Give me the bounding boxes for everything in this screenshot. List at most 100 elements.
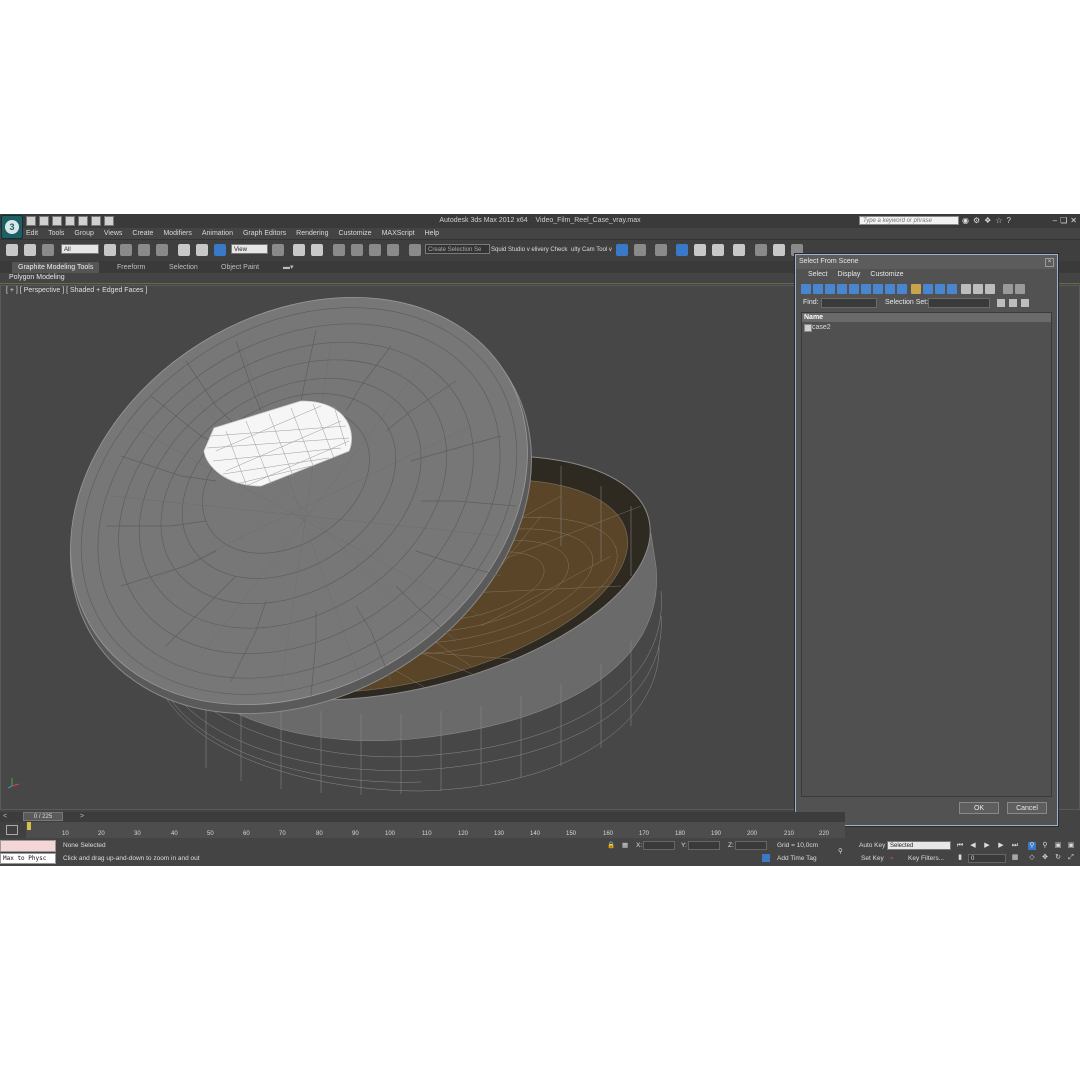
sync-selection-icon[interactable] (1015, 284, 1025, 294)
select-object-icon[interactable] (104, 244, 116, 256)
key-mode-toggle-icon[interactable]: ▮ (956, 854, 964, 862)
select-and-scale-icon[interactable] (214, 244, 226, 256)
menu-graph-editors[interactable]: Graph Editors (243, 228, 286, 239)
field-of-view-icon[interactable]: ◇ (1028, 854, 1036, 862)
absolute-mode-icon[interactable]: ▦ (622, 841, 628, 851)
rendered-frame-window-icon[interactable] (773, 244, 785, 256)
menu-views[interactable]: Views (104, 228, 123, 239)
squid-studio-label[interactable]: Squid Studio v elivery Check (491, 247, 567, 253)
close-icon[interactable]: ✕ (1070, 216, 1077, 225)
zoom-extents-icon[interactable]: ▣ (1054, 842, 1062, 850)
list-item[interactable]: case2 (802, 323, 1051, 332)
ribbon-options-icon[interactable]: ▬▾ (277, 262, 300, 273)
time-configuration-icon[interactable]: ▦ (1011, 854, 1019, 862)
lock-selection-icon[interactable]: 🔒 (607, 841, 615, 851)
select-by-name-icon[interactable] (120, 244, 132, 256)
play-icon[interactable]: ▶ (983, 842, 991, 850)
dialog-menu-customize[interactable]: Customize (870, 269, 903, 281)
restore-icon[interactable]: ❏ (1060, 216, 1067, 225)
keyboard-shortcut-override-icon[interactable] (311, 244, 323, 256)
add-time-tag[interactable]: Add Time Tag (777, 854, 817, 864)
minimize-icon[interactable]: – (1053, 216, 1057, 225)
layer-manager-icon[interactable] (655, 244, 667, 256)
frame-ruler[interactable]: 10 20 30 40 50 60 70 80 90 100 110 120 1… (26, 822, 845, 838)
menu-modifiers[interactable]: Modifiers (163, 228, 191, 239)
menu-tools[interactable]: Tools (48, 228, 64, 239)
dialog-menu-display[interactable]: Display (837, 269, 860, 281)
select-none-icon[interactable] (973, 284, 983, 294)
select-and-link-icon[interactable] (6, 244, 18, 256)
spinner-snap-icon[interactable] (387, 244, 399, 256)
ok-button[interactable]: OK (959, 802, 999, 814)
orbit-icon[interactable]: ↻ (1054, 854, 1062, 862)
reference-coordinate-dropdown[interactable]: View (231, 244, 268, 254)
display-frozen-icon[interactable] (923, 284, 933, 294)
tab-selection[interactable]: Selection (163, 262, 204, 273)
current-frame-field[interactable]: 0 (968, 854, 1006, 863)
find-input[interactable] (821, 298, 877, 308)
display-geometry-icon[interactable] (801, 284, 811, 294)
menu-help[interactable]: Help (425, 228, 439, 239)
display-all-icon[interactable] (947, 284, 957, 294)
maxscript-listener-output[interactable] (0, 840, 56, 852)
app-logo-icon[interactable]: 3 (1, 215, 23, 239)
load-selection-set-icon[interactable] (1009, 299, 1017, 307)
select-invert-icon[interactable] (985, 284, 995, 294)
scene-object-list[interactable]: Name case2 (801, 312, 1052, 797)
percent-snap-icon[interactable] (369, 244, 381, 256)
schematic-view-icon[interactable] (712, 244, 724, 256)
time-slider-thumb[interactable]: 0 / 225 (23, 812, 63, 821)
display-hidden-icon[interactable] (935, 284, 945, 294)
tab-object-paint[interactable]: Object Paint (215, 262, 265, 273)
zoom-icon[interactable]: ⚲ (1028, 842, 1036, 850)
key-mode-dropdown[interactable]: Selected (887, 841, 951, 850)
dialog-menu-select[interactable]: Select (808, 269, 827, 281)
remove-selection-set-icon[interactable] (1021, 299, 1029, 307)
maxscript-listener-input[interactable]: Max to Physc (0, 853, 56, 864)
z-coordinate-field[interactable] (735, 841, 767, 850)
communication-icon[interactable]: ❖ (984, 216, 991, 225)
select-all-icon[interactable] (961, 284, 971, 294)
set-key-button[interactable]: Set Key (861, 854, 884, 864)
next-frame-icon[interactable]: ▶ (997, 842, 1005, 850)
menu-animation[interactable]: Animation (202, 228, 233, 239)
selection-region-icon[interactable] (138, 244, 150, 256)
snaps-toggle-icon[interactable] (333, 244, 345, 256)
render-setup-icon[interactable] (755, 244, 767, 256)
x-coordinate-field[interactable] (643, 841, 675, 850)
unlink-icon[interactable] (24, 244, 36, 256)
favorites-star-icon[interactable]: ☆ (995, 216, 1002, 225)
y-coordinate-field[interactable] (688, 841, 720, 850)
material-editor-icon[interactable] (733, 244, 745, 256)
named-selection-set-dropdown[interactable]: Create Selection Se (425, 244, 490, 254)
display-xrefs-icon[interactable] (885, 284, 895, 294)
set-key-icon[interactable]: ➝ (888, 854, 893, 864)
zoom-all-icon[interactable]: ⚲ (1041, 842, 1049, 850)
save-selection-set-icon[interactable] (997, 299, 1005, 307)
tab-freeform[interactable]: Freeform (111, 262, 151, 273)
edit-named-selection-icon[interactable] (409, 244, 421, 256)
key-filters-button[interactable]: Key Filters... (908, 854, 944, 864)
pan-view-icon[interactable]: ✥ (1041, 854, 1049, 862)
menu-create[interactable]: Create (132, 228, 153, 239)
menu-customize[interactable]: Customize (338, 228, 371, 239)
graphite-toggle-icon[interactable] (676, 244, 688, 256)
display-lights-icon[interactable] (825, 284, 835, 294)
menu-group[interactable]: Group (74, 228, 93, 239)
tab-graphite-modeling-tools[interactable]: Graphite Modeling Tools (12, 262, 100, 273)
filter-icon[interactable] (1003, 284, 1013, 294)
mirror-icon[interactable] (616, 244, 628, 256)
window-crossing-icon[interactable] (156, 244, 168, 256)
display-helpers-icon[interactable] (849, 284, 859, 294)
go-to-end-icon[interactable]: ⏭ (1011, 842, 1019, 850)
cancel-button[interactable]: Cancel (1007, 802, 1047, 814)
display-containers-icon[interactable] (911, 284, 921, 294)
subscription-icon[interactable]: ⚙ (973, 216, 980, 225)
bind-space-warp-icon[interactable] (42, 244, 54, 256)
pivot-center-icon[interactable] (272, 244, 284, 256)
selection-filter-dropdown[interactable]: All (61, 244, 99, 254)
auto-key-button[interactable]: Auto Key (859, 841, 885, 851)
polygon-modeling-panel[interactable]: Polygon Modeling (9, 273, 65, 283)
help-icon[interactable]: ? (1007, 216, 1011, 225)
column-header-name[interactable]: Name (802, 313, 1051, 322)
